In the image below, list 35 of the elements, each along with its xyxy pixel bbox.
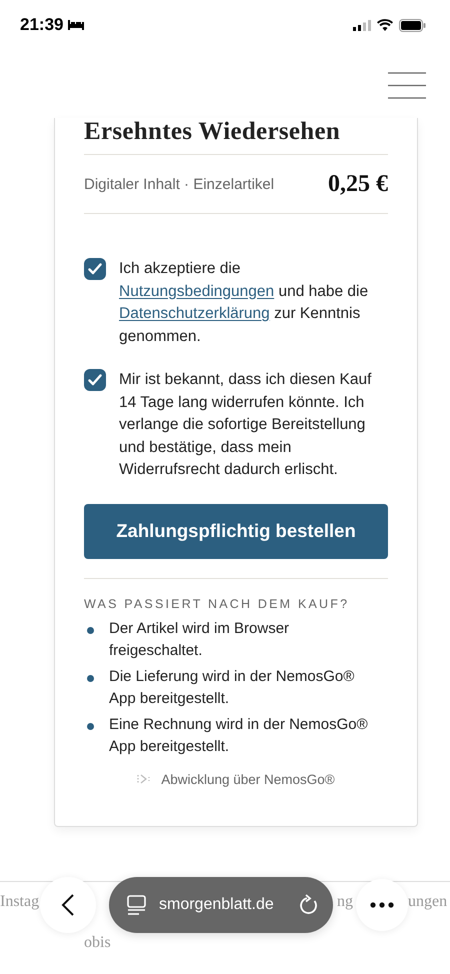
bed-icon [67, 19, 86, 31]
footer-link[interactable]: ng [337, 893, 353, 911]
info-item: Die Lieferung wird in der NemosGo® App bereitgestellt. [109, 666, 356, 708]
bullet-icon [87, 626, 94, 634]
policy-link[interactable]: Datenschutzerklärung [119, 305, 270, 322]
check-icon [88, 374, 102, 386]
more-icon [370, 902, 394, 908]
forward-icon [137, 774, 152, 784]
menu-icon[interactable] [388, 72, 426, 100]
check-icon [88, 263, 102, 275]
order-button[interactable]: Zahlungspflichtig bestellen [84, 504, 388, 558]
wifi-icon [377, 19, 393, 31]
consent-text: Ich akzeptiere die Nutzungsbedingungen und habe die Datenschutzerklärung zur Kenntnis genommen. [119, 259, 370, 346]
price: 0,25 € [328, 170, 388, 198]
bullet-icon [87, 674, 94, 682]
checkbox[interactable] [84, 258, 106, 280]
reload-icon[interactable] [299, 894, 319, 916]
processor-note: Abwicklung über NemosGo® [161, 772, 335, 786]
section-heading: WAS PASSIERT NACH DEM KAUF? [84, 596, 350, 610]
page-icon [127, 895, 147, 915]
footer-link[interactable]: Instag [0, 893, 40, 911]
checkbox[interactable] [84, 369, 106, 391]
status-time: 21:39 [20, 15, 64, 35]
back-icon [61, 893, 75, 917]
address-bar[interactable]: smorgenblatt.de [109, 877, 333, 933]
product-type: Digitaler Inhalt · Einzelartikel [84, 176, 274, 192]
signal-icon [353, 20, 371, 30]
policy-link[interactable]: Nutzungsbedingungen [119, 282, 274, 300]
consent-text: Mir ist bekannt, dass ich diesen Kauf 14 Tage lang widerrufen könnte. Ich verlange die sofortige Bereitstellung und bestätige, dass mein Widerrufsrecht dadurch erlischt. [119, 370, 372, 480]
url-text: smorgenblatt.de [159, 896, 275, 914]
product-title: Ersehntes Wiedersehen [84, 118, 342, 147]
info-item: Der Artikel wird im Browser freigeschaltet. [109, 618, 290, 660]
bullet-icon [87, 722, 94, 730]
battery-icon [399, 18, 426, 32]
info-item: Eine Rechnung wird in der NemosGo® App bereitgestellt. [109, 714, 369, 756]
